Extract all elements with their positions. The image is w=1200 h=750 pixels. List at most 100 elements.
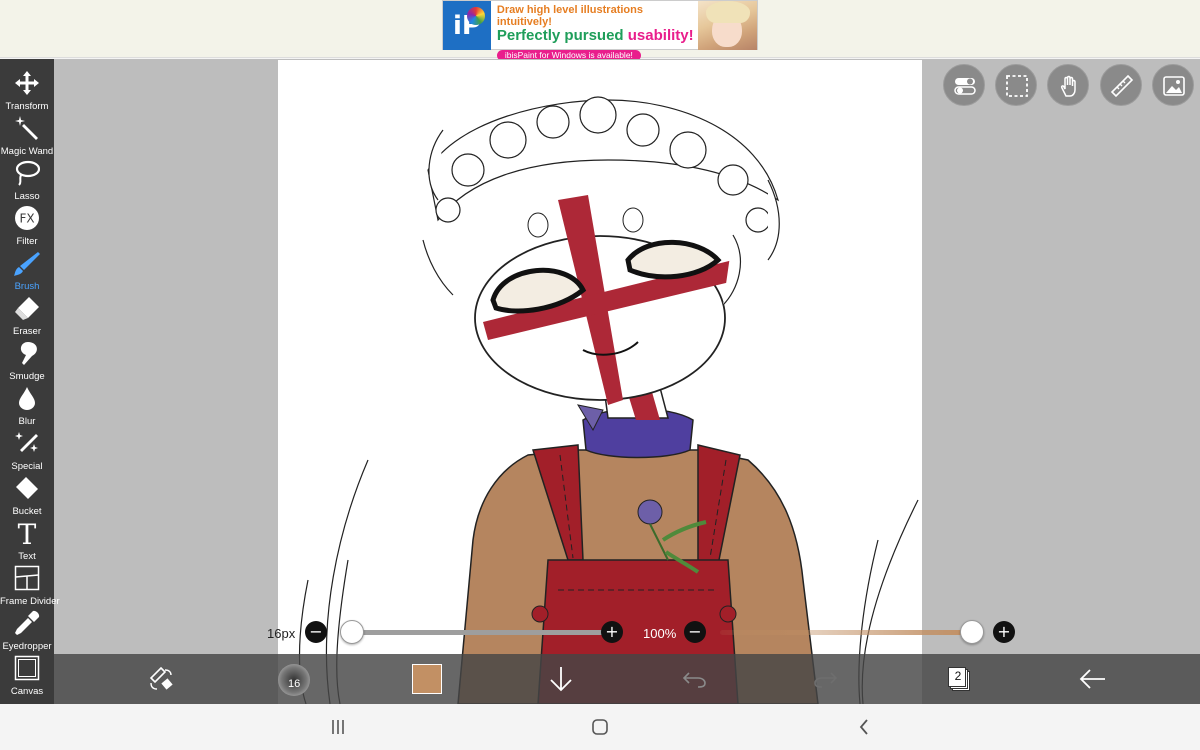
current-color-button[interactable] — [412, 664, 442, 694]
tool-label: Brush — [14, 281, 40, 292]
opacity-knob[interactable] — [960, 620, 984, 644]
home-icon — [592, 719, 608, 735]
tool-label: Special — [11, 461, 43, 472]
opacity-increase-button[interactable]: + — [993, 621, 1015, 643]
system-back-button[interactable] — [852, 704, 876, 750]
bucket-icon — [16, 477, 38, 499]
eyedropper-icon — [15, 610, 40, 635]
selection-icon — [1006, 75, 1028, 97]
recent-apps-icon — [332, 720, 344, 734]
text-glyph: T — [18, 520, 37, 546]
filter-icon: FX — [15, 206, 39, 230]
tool-transform[interactable]: Transform — [0, 67, 54, 112]
ad-character-image — [697, 1, 757, 50]
ibispaint-app: iP Draw high level illustrations intuiti… — [0, 0, 1200, 750]
tool-blur[interactable]: Blur — [0, 382, 54, 427]
brush-size-increase-button[interactable]: + — [601, 621, 623, 643]
ibispaint-logo: iP — [443, 1, 491, 50]
tool-label: Blur — [18, 416, 36, 427]
brush-eraser-swap-icon — [149, 666, 173, 690]
layer-page-front: 2 — [948, 667, 966, 687]
brush-eraser-toggle-button[interactable] — [146, 654, 176, 704]
recent-apps-button[interactable] — [326, 704, 350, 750]
redo-icon — [814, 672, 838, 688]
tool-eraser[interactable]: Eraser — [0, 292, 54, 337]
ad-bar: iP Draw high level illustrations intuiti… — [0, 0, 1200, 62]
brush-icon — [14, 252, 40, 276]
transform-icon — [15, 71, 39, 95]
canvas-icon — [14, 655, 40, 681]
ad-banner[interactable]: iP Draw high level illustrations intuiti… — [442, 0, 758, 62]
ruler-icon — [1110, 74, 1134, 98]
tool-label: Bucket — [12, 506, 42, 517]
right-eye — [625, 239, 722, 280]
bottom-toolbar — [54, 654, 1200, 704]
undo-icon — [682, 672, 706, 688]
color-wheel-icon — [466, 7, 485, 25]
tool-label: Text — [18, 551, 36, 562]
chevron-left-icon — [859, 719, 868, 735]
tool-canvas[interactable]: Canvas — [0, 652, 54, 697]
image-button[interactable] — [1152, 64, 1194, 106]
arrow-left-icon — [1079, 669, 1105, 689]
drawing-canvas[interactable] — [278, 60, 922, 704]
opacity-label: 100% — [643, 626, 677, 641]
system-nav-bar — [0, 704, 1200, 750]
tool-label: Canvas — [10, 686, 44, 697]
tool-special[interactable]: Special — [0, 427, 54, 472]
ad-tagline: Perfectly pursued usability! — [496, 27, 694, 45]
tool-label: Filter — [16, 236, 38, 247]
ruler-button[interactable] — [1100, 64, 1142, 106]
tool-label: Lasso — [14, 191, 40, 202]
tool-smudge[interactable]: Smudge — [0, 337, 54, 382]
home-button[interactable] — [588, 704, 612, 750]
tool-bucket[interactable]: Bucket — [0, 472, 54, 517]
image-icon — [1163, 76, 1185, 96]
undo-button[interactable] — [680, 654, 708, 704]
artwork — [298, 96, 919, 704]
ad-text: Draw high level illustrations intuitivel… — [491, 1, 698, 62]
smudge-icon — [20, 342, 37, 365]
ad-headline: Draw high level illustrations intuitivel… — [496, 4, 643, 29]
ad-tagline-b: usability! — [627, 27, 694, 45]
hand-button[interactable] — [1047, 64, 1089, 106]
blur-icon — [19, 387, 35, 410]
brush-size-label: 16px — [267, 626, 296, 641]
tool-lasso[interactable]: Lasso — [0, 157, 54, 202]
opacity-decrease-button[interactable]: − — [684, 621, 706, 643]
hand-icon — [1061, 75, 1076, 97]
layers-button[interactable]: 2 — [948, 667, 970, 691]
redo-button[interactable] — [812, 654, 840, 704]
tool-eyedropper[interactable]: Eyedropper — [0, 607, 54, 652]
tool-panel: Transform Magic Wand Lasso FX Filter Bru… — [0, 59, 60, 704]
opacity-track[interactable] — [720, 630, 972, 635]
magic-wand-icon — [15, 116, 38, 140]
toggle-button[interactable] — [943, 64, 985, 106]
brush-size-track[interactable] — [352, 630, 612, 635]
brush-number: 16 — [288, 678, 301, 690]
tool-label: Eyedropper — [2, 641, 52, 652]
tool-filter[interactable]: FX Filter — [0, 202, 54, 247]
layer-count: 2 — [954, 669, 962, 683]
tool-label: Magic Wand — [0, 146, 54, 157]
brush-size-knob[interactable] — [340, 620, 364, 644]
arrow-down-icon — [550, 667, 572, 692]
tool-brush[interactable]: Brush — [0, 247, 54, 292]
move-down-button[interactable] — [546, 654, 576, 704]
lasso-icon — [15, 160, 40, 186]
tool-magic-wand[interactable]: Magic Wand — [0, 112, 54, 157]
frame-divider-icon — [14, 565, 40, 591]
tool-label: Smudge — [9, 371, 45, 382]
toggle-icon — [954, 78, 976, 95]
selection-button[interactable] — [995, 64, 1037, 106]
special-icon — [15, 432, 38, 452]
text-icon: T — [18, 520, 37, 546]
filter-glyph: FX — [19, 212, 34, 226]
back-button[interactable] — [1078, 654, 1108, 704]
tool-label: Transform — [5, 101, 49, 112]
tool-frame-divider[interactable]: Frame Divider — [0, 562, 60, 607]
ad-tagline-a: Perfectly pursued — [496, 27, 628, 45]
brush-size-decrease-button[interactable]: − — [305, 621, 327, 643]
tool-text[interactable]: T Text — [0, 517, 54, 562]
eraser-icon — [15, 297, 39, 320]
